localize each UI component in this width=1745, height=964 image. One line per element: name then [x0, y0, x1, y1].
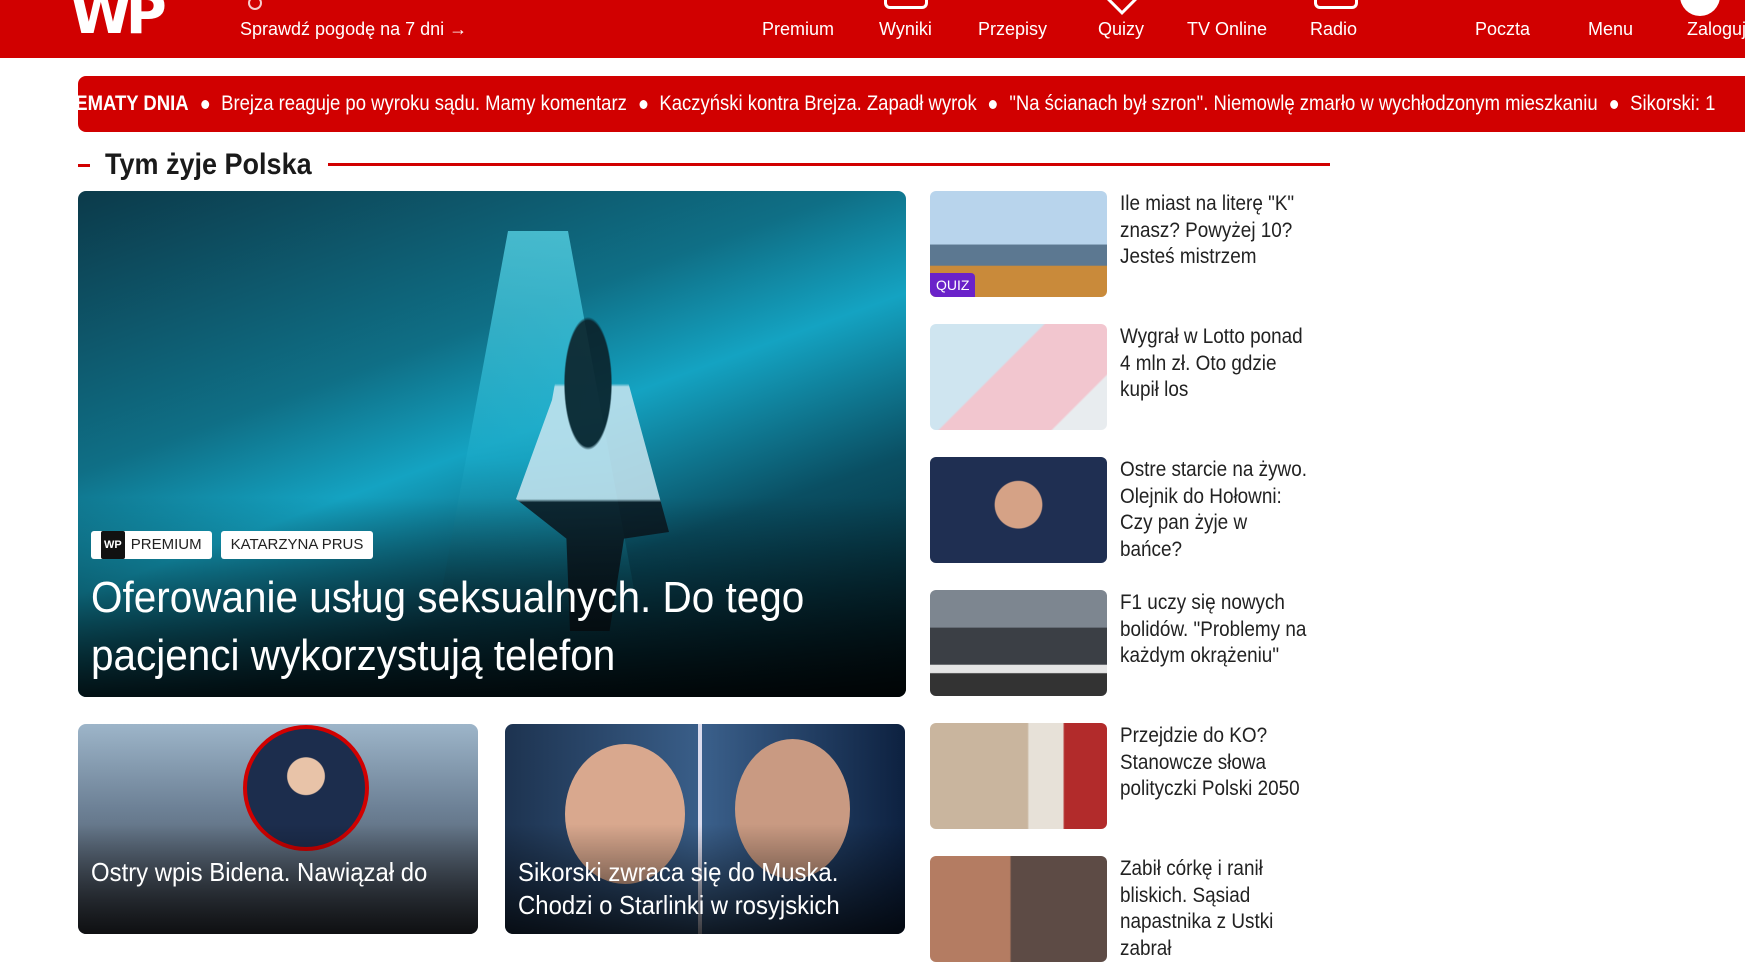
side-article[interactable]: QUIZ Ile miast na literę "K" znasz? Powy…	[930, 191, 1330, 299]
section-accent	[78, 164, 90, 167]
side-article-title[interactable]: Wygrał w Lotto ponad 4 mln zł. Oto gdzie…	[1120, 324, 1314, 404]
nav-poczta[interactable]: Poczta	[1475, 18, 1530, 40]
bullet-icon	[989, 99, 998, 109]
bullet-icon	[639, 99, 648, 109]
article-card[interactable]: Sikorski zwraca się do Muska. Chodzi o S…	[505, 724, 905, 934]
radio-icon	[1314, 0, 1358, 9]
premium-badge: WP PREMIUM	[91, 531, 212, 559]
article-title[interactable]: Sikorski zwraca się do Muska. Chodzi o S…	[518, 856, 868, 922]
section-title: Tym żyje Polska	[105, 148, 312, 181]
nav-przepisy[interactable]: Przepisy	[978, 18, 1047, 40]
hero-title[interactable]: Oferowanie usług seksualnych. Do tego pa…	[91, 569, 827, 685]
article-thumbnail	[930, 457, 1107, 563]
article-title[interactable]: Ostry wpis Bidena. Nawiązał do	[91, 856, 441, 889]
nav-premium[interactable]: Premium	[762, 18, 834, 40]
side-article-title[interactable]: F1 uczy się nowych bolidów. "Problemy na…	[1120, 590, 1314, 670]
hero-article-card[interactable]: WP PREMIUM KATARZYNA PRUS Oferowanie usłu…	[78, 191, 906, 697]
author-badge[interactable]: KATARZYNA PRUS	[220, 531, 374, 559]
article-thumbnail: QUIZ	[930, 191, 1107, 297]
side-article[interactable]: Zabił córkę i ranił bliskich. Sąsiad nap…	[930, 856, 1330, 964]
ticker-label: TEMATY DNIA	[78, 92, 189, 115]
nav-wyniki[interactable]: Wyniki	[879, 18, 932, 40]
wp-mini-logo: WP	[101, 531, 125, 559]
top-navigation-bar: WP Sprawdź pogodę na 7 dni → Premium Wyn…	[0, 0, 1745, 58]
side-article-title[interactable]: Ile miast na literę "K" znasz? Powyżej 1…	[1120, 191, 1314, 271]
bullet-icon	[1609, 99, 1618, 109]
article-thumbnail	[930, 590, 1107, 696]
nav-tv-online[interactable]: TV Online	[1187, 18, 1267, 40]
article-thumbnail	[930, 856, 1107, 962]
side-article[interactable]: Ostre starcie na żywo. Olejnik do Hołown…	[930, 457, 1330, 565]
article-thumbnail	[930, 324, 1107, 430]
top-stories-ticker: TEMATY DNIA Brejza reaguje po wyroku sądu…	[78, 76, 1745, 132]
nav-quizy[interactable]: Quizy	[1098, 18, 1144, 40]
side-article[interactable]: Przejdzie do KO? Stanowcze słowa polityc…	[930, 723, 1330, 831]
side-article[interactable]: Wygrał w Lotto ponad 4 mln zł. Oto gdzie…	[930, 324, 1330, 432]
side-article-title[interactable]: Zabił córkę i ranił bliskich. Sąsiad nap…	[1120, 856, 1314, 962]
ticker-item[interactable]: Brejza reaguje po wyroku sądu. Mamy kome…	[221, 92, 627, 115]
side-article-title[interactable]: Ostre starcie na żywo. Olejnik do Hołown…	[1120, 457, 1314, 563]
side-article-title[interactable]: Przejdzie do KO? Stanowcze słowa polityc…	[1120, 723, 1314, 803]
quiz-icon	[1105, 0, 1139, 15]
article-thumbnail	[930, 723, 1107, 829]
user-avatar-icon[interactable]	[1680, 0, 1720, 16]
quiz-badge: QUIZ	[930, 273, 976, 297]
ticker-item[interactable]: Sikorski: 1	[1630, 92, 1715, 115]
nav-menu[interactable]: Menu	[1588, 18, 1633, 40]
ticker-item[interactable]: Kaczyński kontra Brejza. Zapadł wyrok	[659, 92, 976, 115]
side-article[interactable]: F1 uczy się nowych bolidów. "Problemy na…	[930, 590, 1330, 698]
wp-logo[interactable]: WP	[70, 0, 167, 44]
scoreboard-icon	[884, 0, 928, 9]
nav-radio[interactable]: Radio	[1310, 18, 1357, 40]
bullet-icon	[200, 99, 209, 109]
weather-icon	[248, 0, 262, 10]
weather-forecast-link[interactable]: Sprawdź pogodę na 7 dni →	[240, 18, 467, 40]
ticker-item[interactable]: "Na ścianach był szron". Niemowlę zmarło…	[1009, 92, 1597, 115]
nav-zaloguj[interactable]: Zaloguj	[1687, 18, 1745, 40]
article-card[interactable]: Ostry wpis Bidena. Nawiązał do	[78, 724, 478, 934]
premium-label: PREMIUM	[130, 536, 202, 553]
section-divider	[328, 163, 1330, 166]
